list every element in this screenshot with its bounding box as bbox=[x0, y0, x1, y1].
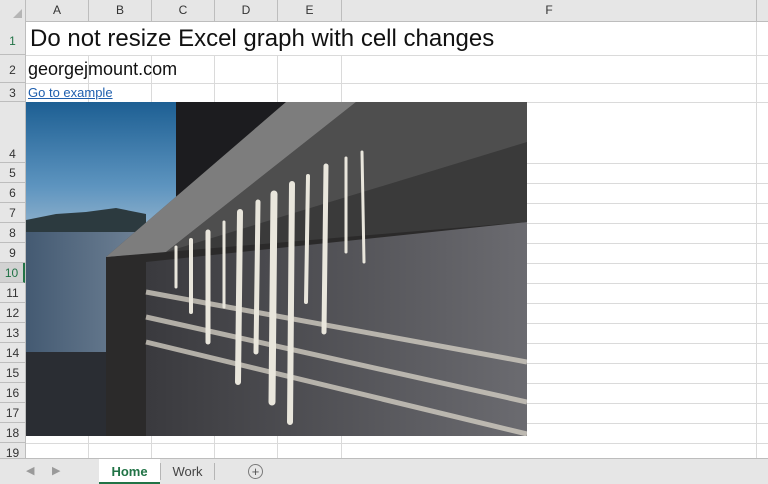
row-header-11[interactable]: 11 bbox=[0, 283, 25, 303]
row-header-15[interactable]: 15 bbox=[0, 363, 25, 383]
embedded-photo-icicles[interactable] bbox=[26, 102, 527, 436]
row-header-16[interactable]: 16 bbox=[0, 383, 25, 403]
row-header-1[interactable]: 1 bbox=[0, 21, 25, 55]
spreadsheet-grid[interactable]: A B C D E F 1 2 3 4 5 6 7 8 9 10 11 12 1… bbox=[0, 0, 768, 458]
row-header-2[interactable]: 2 bbox=[0, 55, 25, 83]
triangle-right-icon[interactable]: ▶ bbox=[52, 464, 60, 477]
column-header-a[interactable]: A bbox=[26, 0, 89, 21]
cell-a2-site[interactable]: georgejmount.com bbox=[28, 59, 177, 80]
row-header-7[interactable]: 7 bbox=[0, 203, 25, 223]
row-header-10[interactable]: 10 bbox=[0, 263, 25, 283]
plus-circle-icon[interactable]: + bbox=[248, 464, 263, 479]
grid-line bbox=[26, 55, 768, 56]
tab-separator bbox=[214, 463, 215, 480]
row-header-19[interactable]: 19 bbox=[0, 443, 25, 458]
select-all-button[interactable] bbox=[0, 0, 26, 21]
column-header-e[interactable]: E bbox=[278, 0, 342, 21]
sheet-tab-bar: ◀ ▶ Home Work + bbox=[0, 458, 768, 484]
row-header-9[interactable]: 9 bbox=[0, 243, 25, 263]
select-all-triangle-icon bbox=[13, 9, 22, 18]
row-header-12[interactable]: 12 bbox=[0, 303, 25, 323]
sheet-tab-work[interactable]: Work bbox=[161, 459, 214, 484]
column-header-b[interactable]: B bbox=[89, 0, 152, 21]
row-header-5[interactable]: 5 bbox=[0, 163, 25, 183]
column-header-f[interactable]: F bbox=[342, 0, 757, 21]
column-header-c[interactable]: C bbox=[152, 0, 215, 21]
row-header-3[interactable]: 3 bbox=[0, 83, 25, 102]
grid-line bbox=[26, 443, 768, 444]
row-header-14[interactable]: 14 bbox=[0, 343, 25, 363]
row-header-17[interactable]: 17 bbox=[0, 403, 25, 423]
column-header-bar: A B C D E F bbox=[0, 0, 768, 22]
column-header-d[interactable]: D bbox=[215, 0, 278, 21]
grid-line bbox=[26, 83, 768, 84]
row-header-bar: 1 2 3 4 5 6 7 8 9 10 11 12 13 14 15 16 1… bbox=[0, 21, 26, 458]
row-header-18[interactable]: 18 bbox=[0, 423, 25, 443]
row-header-13[interactable]: 13 bbox=[0, 323, 25, 343]
row-header-6[interactable]: 6 bbox=[0, 183, 25, 203]
row-header-4[interactable]: 4 bbox=[0, 102, 25, 163]
grid-line bbox=[756, 22, 757, 458]
row-header-8[interactable]: 8 bbox=[0, 223, 25, 243]
cell-a1-title[interactable]: Do not resize Excel graph with cell chan… bbox=[30, 25, 494, 53]
cell-a3-hyperlink[interactable]: Go to example bbox=[28, 85, 113, 100]
sheet-tab-home[interactable]: Home bbox=[99, 459, 160, 484]
triangle-left-icon[interactable]: ◀ bbox=[26, 464, 34, 477]
